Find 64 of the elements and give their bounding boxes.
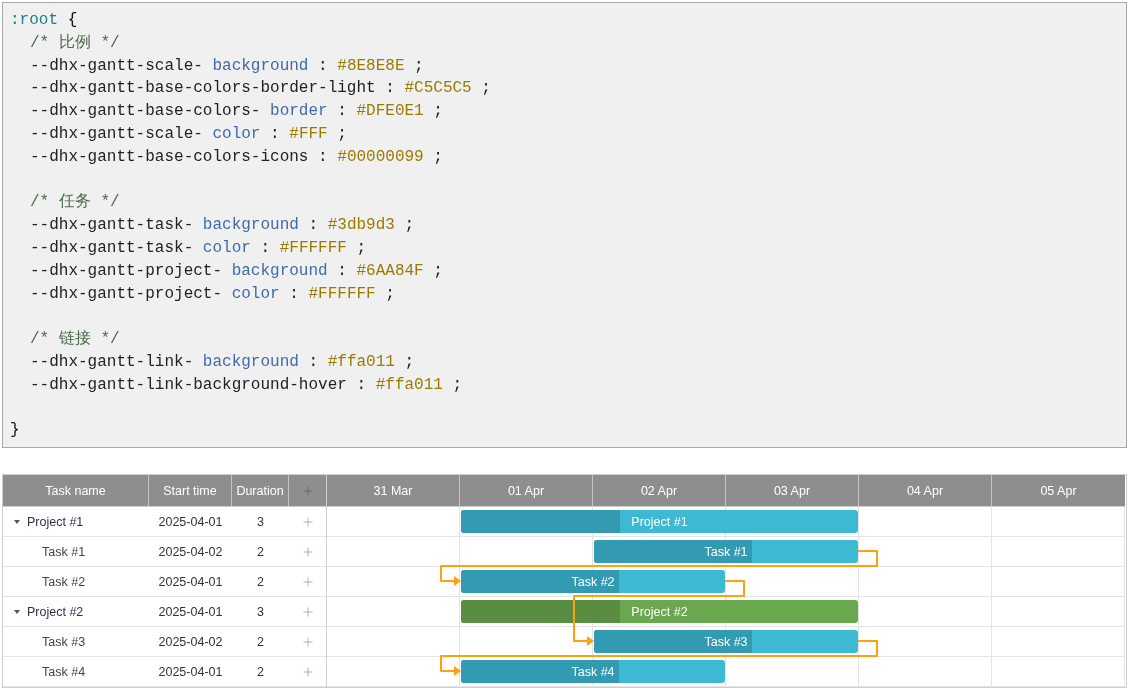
project-bar[interactable]: Project #1 [461, 510, 858, 533]
code-line: --dhx-gantt-task- background : #3db9d3 ; [29, 215, 416, 237]
code-line: --dhx-gantt-link- background : #ffa011 ; [29, 351, 416, 373]
code-line: --dhx-gantt-task- color : #FFFFFF ; [29, 237, 368, 259]
task-name: Task #2 [42, 574, 86, 589]
task-name: Task #4 [42, 664, 86, 679]
add-button[interactable] [300, 664, 315, 679]
code-line: --dhx-gantt-link-background-hover : #ffa011 ; [29, 374, 464, 396]
date-header: 05 Apr [1039, 482, 1078, 500]
bar-label: Project #1 [631, 514, 688, 529]
code-comment: /* 比例 */ [29, 32, 121, 54]
start-date: 2025-04-02 [158, 544, 223, 559]
code-line: --dhx-gantt-project- color : #FFFFFF ; [29, 283, 396, 305]
bar-label: Project #2 [631, 604, 688, 619]
task-name: Task #1 [42, 544, 86, 559]
task-bar[interactable]: Task #4 [461, 660, 725, 683]
duration-value: 2 [257, 544, 264, 559]
bar-label: Task #4 [571, 664, 615, 679]
start-date: 2025-04-01 [158, 664, 223, 679]
duration-value: 2 [257, 634, 264, 649]
code-comment: /* 任务 */ [29, 192, 121, 214]
duration-value: 2 [257, 664, 264, 679]
code-line: --dhx-gantt-base-colors- border : #DFE0E1 ; [29, 101, 444, 123]
task-name: Project #1 [27, 514, 84, 529]
code-line: --dhx-gantt-scale- color : #FFF ; [29, 124, 348, 145]
add-button[interactable] [300, 574, 315, 589]
duration-value: 3 [257, 514, 264, 529]
bar-label: Task #2 [571, 574, 615, 589]
date-header: 03 Apr [726, 475, 859, 506]
column-header: Start time [149, 475, 232, 506]
add-icon[interactable] [300, 483, 315, 498]
start-date: 2025-04-01 [158, 574, 223, 589]
code-line: --dhx-gantt-project- background : #6AA84F ; [29, 260, 444, 282]
add-button[interactable] [300, 544, 315, 559]
start-date: 2025-04-01 [158, 604, 223, 619]
start-date: 2025-04-01 [158, 514, 223, 529]
date-header: 04 Apr [859, 475, 992, 506]
project-bar[interactable]: Project #2 [461, 600, 858, 623]
code-line: } [10, 420, 21, 442]
bar-label: Task #3 [704, 634, 748, 649]
date-header: 02 Apr [593, 475, 726, 506]
code-comment: /* 链接 */ [29, 329, 121, 351]
column-header: Duration [232, 475, 289, 506]
task-bar[interactable]: Task #3 [594, 630, 858, 653]
add-button[interactable] [300, 634, 315, 649]
code-line: --dhx-gantt-base-colors-icons : #00000099 ; [29, 146, 444, 168]
caret-icon[interactable] [13, 607, 21, 616]
task-name: Project #2 [27, 604, 84, 619]
date-header: 01 Apr [460, 475, 593, 506]
task-bar[interactable]: Task #2 [461, 570, 725, 593]
add-button[interactable] [300, 604, 315, 619]
task-bar[interactable]: Task #1 [594, 540, 858, 563]
caret-icon[interactable] [13, 517, 21, 526]
code-line: :root { [10, 10, 79, 31]
duration-value: 2 [257, 574, 264, 589]
code-line: --dhx-gantt-base-colors-border-light : #C5C5C5 ; [29, 78, 492, 100]
add-button[interactable] [300, 514, 315, 529]
date-header: 31 Mar [327, 475, 460, 506]
bar-label: Task #1 [704, 544, 748, 559]
duration-value: 3 [257, 604, 264, 619]
code-line: --dhx-gantt-scale- background : #8E8E8E ; [29, 55, 425, 77]
start-date: 2025-04-02 [158, 634, 223, 649]
task-name: Task #3 [42, 634, 86, 649]
column-header: Task name [3, 475, 149, 506]
